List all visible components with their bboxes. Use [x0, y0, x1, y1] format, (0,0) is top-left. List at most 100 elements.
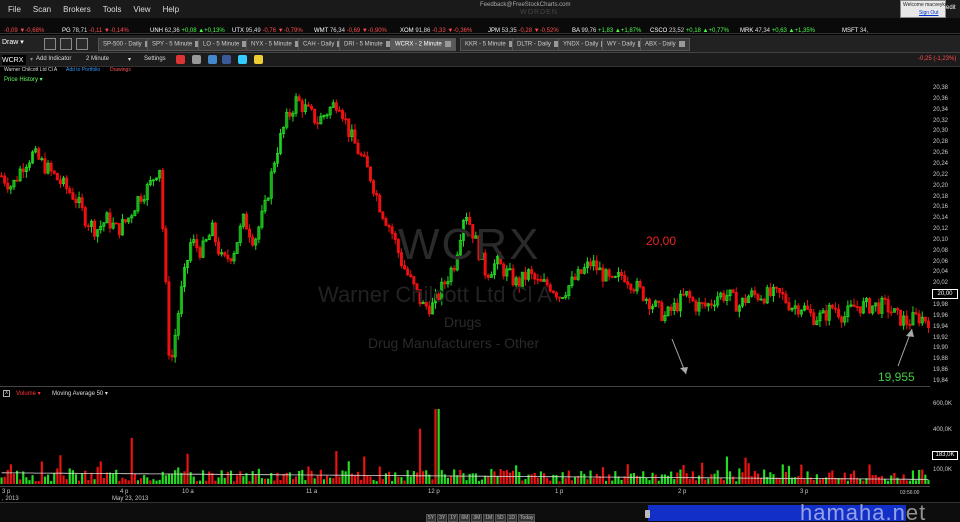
- volume-bar: [220, 470, 223, 484]
- candle-body: [778, 288, 782, 293]
- time-scroll-handle[interactable]: [645, 510, 650, 518]
- tab-label: NYX - 5 Minute: [251, 41, 292, 48]
- menu-tools[interactable]: Tools: [103, 5, 122, 14]
- interval-dropdown-icon[interactable]: ▾: [128, 56, 131, 63]
- tab-label: ABX - Daily: [645, 41, 676, 48]
- range-button-1m[interactable]: 1M: [483, 514, 495, 522]
- facebook-icon[interactable]: [222, 55, 231, 64]
- candle-body: [607, 269, 611, 277]
- volume-bar: [56, 468, 59, 484]
- ticker-symbol: MSFT: [842, 28, 860, 34]
- volume-bar: [369, 476, 372, 484]
- volume-bar: [663, 474, 667, 484]
- volume-bar: [319, 469, 322, 484]
- settings-button[interactable]: Settings: [144, 56, 166, 62]
- tab-abx[interactable]: ABX - Daily: [640, 38, 690, 51]
- candle-body: [787, 302, 791, 311]
- volume-bar: [344, 471, 347, 484]
- price-tick-label: 20,10: [933, 236, 949, 243]
- tab-nyx[interactable]: NYX - 5 Minute: [246, 38, 306, 51]
- note-icon[interactable]: [254, 55, 263, 64]
- moving-average-label[interactable]: Moving Average 50 ▾: [52, 390, 108, 397]
- volume-chart-panel[interactable]: [0, 399, 930, 484]
- range-button-today[interactable]: Today: [518, 514, 536, 522]
- volume-bar: [50, 481, 53, 484]
- volume-bar: [155, 480, 158, 484]
- menu-file[interactable]: File: [8, 5, 21, 14]
- menu-scan[interactable]: Scan: [33, 5, 51, 14]
- symbol-input[interactable]: [2, 55, 26, 65]
- range-button-6m[interactable]: 6M: [459, 514, 471, 522]
- volume-bar: [186, 453, 189, 484]
- candle-body: [573, 276, 577, 280]
- candle-body: [840, 316, 844, 323]
- feedback-link[interactable]: Feedback@FreeStockCharts.com: [480, 2, 570, 8]
- drawings-link[interactable]: Drawings: [110, 67, 131, 73]
- window-icon[interactable]: [76, 38, 88, 50]
- range-button-3m[interactable]: 3M: [471, 514, 483, 522]
- volume-bar: [347, 461, 350, 484]
- volume-bar: [174, 470, 177, 484]
- volume-bar: [694, 480, 698, 484]
- candle-body: [409, 274, 413, 277]
- annotation-20-00[interactable]: 20,00: [646, 234, 676, 248]
- volume-bar: [747, 463, 750, 484]
- tab-close-icon[interactable]: [678, 41, 685, 47]
- range-button-1d[interactable]: 1D: [506, 514, 518, 522]
- candle-body: [908, 324, 912, 326]
- grid-icon[interactable]: [60, 38, 72, 50]
- range-button-3y[interactable]: 3Y: [437, 514, 448, 522]
- candle-body: [86, 225, 90, 228]
- volume-bar: [505, 470, 508, 484]
- symbol-dropdown-arrow[interactable]: ▾: [30, 56, 33, 63]
- volume-bar: [511, 470, 515, 484]
- ticker-edit-link[interactable]: edit: [946, 5, 956, 11]
- interval-select[interactable]: 2 Minute: [86, 56, 109, 62]
- time-tick-label: 2 p: [678, 489, 687, 495]
- sign-out-link[interactable]: Sign Out: [919, 10, 938, 16]
- twitter-icon[interactable]: [238, 55, 247, 64]
- tab-dltr[interactable]: DLTR - Daily: [512, 38, 565, 51]
- volume-bar: [524, 479, 527, 484]
- candle-body: [93, 220, 97, 237]
- add-indicator-button[interactable]: Add Indicator: [36, 56, 71, 62]
- price-tick-label: 20,26: [933, 150, 949, 157]
- tab-kkr[interactable]: KKR - 5 Minute: [460, 38, 520, 51]
- volume-bar: [0, 477, 3, 484]
- menu-view[interactable]: View: [133, 5, 150, 14]
- close-icon[interactable]: X: [3, 390, 10, 397]
- volume-bar: [81, 473, 84, 484]
- volume-bar: [9, 464, 12, 484]
- tab-close-icon[interactable]: [444, 41, 451, 47]
- annotation-19-955[interactable]: 19,955: [878, 370, 915, 384]
- tab-wcrx[interactable]: WCRX - 2 Minute: [390, 38, 456, 51]
- menu-help[interactable]: Help: [163, 5, 179, 14]
- site-watermark: hamaha.net: [800, 500, 927, 522]
- volume-bar: [921, 469, 924, 484]
- volume-chart-svg[interactable]: [0, 399, 930, 484]
- range-button-5d[interactable]: 5D: [495, 514, 506, 522]
- volume-label[interactable]: Volume ▾: [16, 390, 41, 397]
- range-button-1y[interactable]: 1Y: [448, 514, 459, 522]
- copy-icon[interactable]: [192, 55, 201, 64]
- draw-button[interactable]: Draw ▾: [2, 38, 24, 46]
- range-button-5y[interactable]: 5Y: [426, 514, 437, 522]
- price-history-label[interactable]: Price History ▾: [4, 76, 43, 83]
- layout-icon[interactable]: [44, 38, 56, 50]
- menu-brokers[interactable]: Brokers: [63, 5, 91, 14]
- add-to-portfolio-link[interactable]: Add to Portfolio: [66, 67, 100, 73]
- volume-bar: [896, 477, 899, 484]
- candle-body: [812, 312, 816, 325]
- candle-body: [762, 298, 766, 304]
- volume-bar: [756, 473, 760, 484]
- price-tick-label: 19,92: [933, 334, 949, 341]
- candle-body: [868, 298, 872, 314]
- candle-body: [223, 252, 227, 256]
- candle-body: [353, 129, 357, 144]
- stop-icon[interactable]: [176, 55, 185, 64]
- tab-dri[interactable]: DRI - 5 Minute: [339, 38, 397, 51]
- volume-bar: [387, 471, 391, 484]
- volume-bar: [449, 475, 453, 484]
- share-icon[interactable]: [208, 55, 217, 64]
- volume-y-axis: 600,0K400,0K200,0K100,0K: [930, 399, 960, 484]
